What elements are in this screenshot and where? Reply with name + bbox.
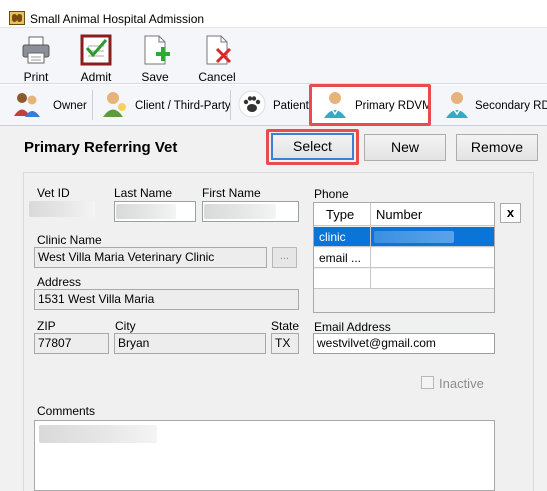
select-highlight-annotation [266,129,359,165]
vet-doctor-icon [446,92,468,118]
city-label: City [115,319,136,333]
state-label: State [271,319,300,333]
comments-textarea[interactable] [34,420,495,491]
admit-clipboard-icon [80,34,112,66]
tab-separator [92,90,93,120]
last-name-field[interactable] [114,201,196,222]
cancel-document-icon [206,35,232,65]
window-title: Small Animal Hospital Admission [30,12,205,26]
phone-number-redacted [374,231,454,243]
title-bar: Small Animal Hospital Admission [0,0,547,28]
phone-grid-column-separator [370,203,371,289]
zip-label: ZIP [37,319,56,333]
tab-separator [230,90,231,120]
tab-client-third-party[interactable]: Client / Third-Party [99,87,231,124]
toolbar: Print Admit Save Cancel [0,28,547,84]
phone-col-type: Type [326,207,355,222]
admit-label: Admit [80,70,112,84]
owner-people-icon [14,93,40,117]
address-label: Address [37,275,82,289]
phone-grid-header: Type Number [314,203,494,226]
last-name-redacted [116,204,176,219]
tab-highlight-annotation [309,84,431,126]
section-heading: Primary Referring Vet [24,139,178,156]
client-person-icon [103,92,126,117]
zip-field[interactable]: 77807 [34,333,109,354]
clinic-lookup-button[interactable]: ... [272,247,297,268]
phone-delete-button[interactable]: x [500,203,521,223]
tab-patient[interactable]: Patient [237,87,309,124]
first-name-field[interactable] [202,201,299,222]
tab-client-label: Client / Third-Party [135,100,231,112]
clinic-name-label: Clinic Name [37,233,102,247]
first-name-label: First Name [202,186,261,200]
vet-id-label: Vet ID [37,186,70,200]
phone-row[interactable]: clinic [314,227,494,247]
phone-row-empty[interactable] [314,269,494,289]
cancel-label: Cancel [198,70,236,84]
remove-button[interactable]: Remove [456,134,538,161]
comments-label: Comments [37,404,96,418]
last-name-label: Last Name [114,186,173,200]
email-label: Email Address [314,320,391,334]
phone-row[interactable]: email ... [314,248,494,268]
printer-icon [22,36,50,64]
phone-grid: Type Number clinic email ... [313,202,495,313]
tab-secondary-rdvm[interactable]: Secondary RDV [440,87,547,124]
email-field[interactable]: westvilvet@gmail.com [313,333,495,354]
phone-row-type: clinic [319,230,346,244]
city-field[interactable]: Bryan [114,333,266,354]
inactive-label: Inactive [439,376,484,391]
new-button[interactable]: New [364,134,446,161]
first-name-redacted [204,204,276,219]
admit-button[interactable]: Admit [70,32,122,84]
phone-row-type: email ... [319,251,362,265]
vet-id-value-redacted [29,201,95,217]
phone-col-number: Number [376,207,423,222]
new-document-icon [144,35,170,65]
cancel-button[interactable]: Cancel [191,32,243,84]
print-label: Print [23,70,49,84]
paw-icon [238,90,266,118]
save-button[interactable]: Save [129,32,181,84]
tab-owner[interactable]: Owner [12,87,90,124]
tab-owner-label: Owner [53,100,87,112]
address-field[interactable]: 1531 West Villa Maria [34,289,299,310]
print-button[interactable]: Print [10,32,62,84]
inactive-checkbox[interactable] [421,376,434,389]
save-label: Save [141,70,169,84]
app-icon [9,11,25,25]
tab-secondary-rdvm-label: Secondary RDV [475,100,547,112]
tab-strip: Owner Client / Third-Party Patient Prima… [0,85,547,126]
clinic-name-field[interactable]: West Villa Maria Veterinary Clinic [34,247,267,268]
phone-label: Phone [314,187,349,201]
state-field[interactable]: TX [271,333,299,354]
tab-patient-label: Patient [273,100,309,112]
comments-redacted [39,425,157,443]
